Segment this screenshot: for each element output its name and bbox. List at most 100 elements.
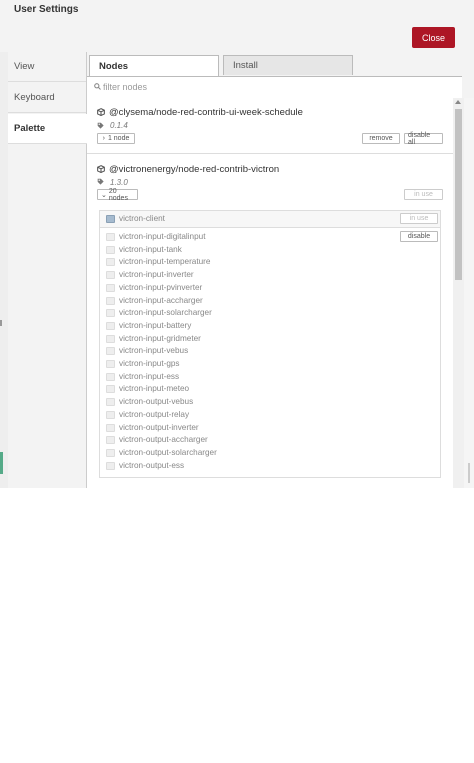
node-label: victron-output-inverter (119, 422, 199, 432)
node-label: victron-input-vebus (119, 346, 189, 356)
node-color-swatch (106, 423, 115, 432)
node-label: victron-input-solarcharger (119, 308, 212, 318)
node-color-swatch (106, 296, 115, 305)
collapse-nodes-toggle[interactable]: ⌄ 20 nodes (97, 187, 138, 202)
node-label: victron-output-ess (119, 460, 185, 470)
node-label: victron-input-gps (119, 359, 180, 368)
user-settings-dialog: User Settings Close View Keyboard Palett… (0, 0, 474, 488)
list-item: victron-input-digitalinput disable (100, 231, 440, 243)
toggle-label: 20 nodes (108, 187, 128, 202)
node-color-swatch (106, 360, 115, 368)
node-label: victron-input-digitalinput (119, 232, 206, 241)
dialog-title: User Settings (14, 4, 79, 15)
expand-nodes-toggle[interactable]: › 1 node (97, 133, 135, 144)
background-mark (0, 452, 3, 474)
settings-sidebar: View Keyboard Palette (8, 52, 87, 488)
node-color-swatch (106, 271, 115, 280)
cube-icon (97, 108, 105, 116)
node-color-swatch (106, 283, 115, 292)
node-color-swatch (106, 215, 115, 223)
background-mark (0, 320, 2, 326)
tab-install[interactable]: Install (223, 55, 353, 75)
node-label: victron-input-temperature (119, 257, 211, 267)
node-color-swatch (106, 410, 115, 419)
divider (87, 153, 453, 154)
node-color-swatch (106, 448, 115, 457)
sidebar-item-view[interactable]: View (8, 52, 86, 82)
list-item: victron-input-inverter (100, 269, 440, 281)
disable-button[interactable]: disable (400, 231, 438, 242)
node-label: victron-output-relay (119, 409, 190, 419)
node-color-swatch (106, 233, 115, 241)
list-item: victron-output-relay (100, 409, 440, 421)
sidebar-item-palette[interactable]: Palette (8, 114, 87, 144)
node-label: victron-input-gridmeter (119, 333, 201, 343)
node-color-swatch (106, 321, 115, 330)
list-item: victron-input-accharger (100, 295, 440, 307)
dialog-toolbar (0, 20, 474, 52)
dialog-titlebar[interactable]: User Settings (0, 0, 474, 21)
node-label: victron-client (119, 214, 165, 223)
scroll-up-arrow-icon[interactable] (455, 100, 461, 104)
list-item: victron-input-battery (100, 320, 440, 332)
in-use-button[interactable]: in use (400, 213, 438, 224)
list-item: victron-input-meteo (100, 383, 440, 395)
node-label: victron-input-accharger (119, 295, 203, 305)
node-label: victron-input-tank (119, 244, 182, 254)
list-item: victron-input-tank (100, 244, 440, 256)
node-color-swatch (106, 245, 115, 254)
node-color-swatch (106, 436, 115, 445)
cube-icon (97, 165, 105, 173)
list-scrollbar[interactable] (453, 98, 464, 488)
node-label: victron-input-battery (119, 320, 192, 330)
list-item: victron-input-gridmeter (100, 333, 440, 345)
node-label: victron-input-pvinverter (119, 282, 203, 292)
toggle-label: 1 node (107, 135, 130, 142)
list-item: victron-input-ess (100, 371, 440, 383)
list-item: victron-output-ess (100, 460, 440, 472)
filter-bar (87, 76, 462, 99)
chevron-right-icon: › (102, 135, 105, 142)
package-name: @victronenergy/node-red-contrib-victron (109, 164, 280, 175)
nodes-list: @clysema/node-red-contrib-ui-week-schedu… (87, 98, 453, 488)
list-item: victron-input-solarcharger (100, 307, 440, 319)
list-item: victron-input-temperature (100, 256, 440, 268)
in-use-button[interactable]: in use (404, 189, 443, 200)
package-version: 1.3.0 (110, 178, 128, 187)
disable-all-button[interactable]: disable all (404, 132, 443, 146)
palette-panel: Nodes Install @clysema/node-red-contrib-… (87, 52, 474, 488)
node-color-swatch (106, 372, 115, 381)
close-button[interactable]: Close (412, 27, 455, 48)
node-color-swatch (106, 334, 115, 343)
node-color-swatch (106, 385, 115, 394)
node-label: victron-output-solarcharger (119, 447, 217, 457)
search-icon (94, 83, 101, 90)
background-editor-strip (0, 52, 8, 488)
node-label: victron-input-inverter (119, 270, 194, 280)
node-color-swatch (106, 309, 115, 318)
tag-icon (97, 178, 104, 185)
list-item: victron-output-vebus (100, 396, 440, 408)
scrollbar-thumb[interactable] (455, 109, 462, 280)
list-item: victron-output-accharger (100, 434, 440, 446)
list-item: victron-client in use (100, 211, 440, 228)
node-set-list: victron-client in use victron-input-digi… (99, 210, 441, 478)
package-version: 0.1.4 (110, 121, 128, 130)
node-label: victron-input-ess (119, 371, 180, 381)
node-label: victron-input-meteo (119, 384, 190, 394)
node-label: victron-output-vebus (119, 397, 194, 407)
node-color-swatch (106, 461, 115, 470)
tag-icon (97, 122, 104, 129)
node-label: victron-output-accharger (119, 435, 208, 445)
sidebar-item-keyboard[interactable]: Keyboard (8, 83, 86, 113)
list-item: victron-output-inverter (100, 422, 440, 434)
node-color-swatch (106, 398, 115, 407)
filter-nodes-input[interactable] (103, 80, 403, 94)
background-mark (468, 463, 470, 483)
list-item: victron-input-gps (100, 358, 440, 370)
remove-button[interactable]: remove (362, 133, 400, 144)
background-editor-strip (464, 98, 474, 488)
list-item: victron-output-solarcharger (100, 447, 440, 459)
chevron-down-icon: ⌄ (101, 191, 107, 199)
tab-nodes[interactable]: Nodes (89, 55, 219, 76)
